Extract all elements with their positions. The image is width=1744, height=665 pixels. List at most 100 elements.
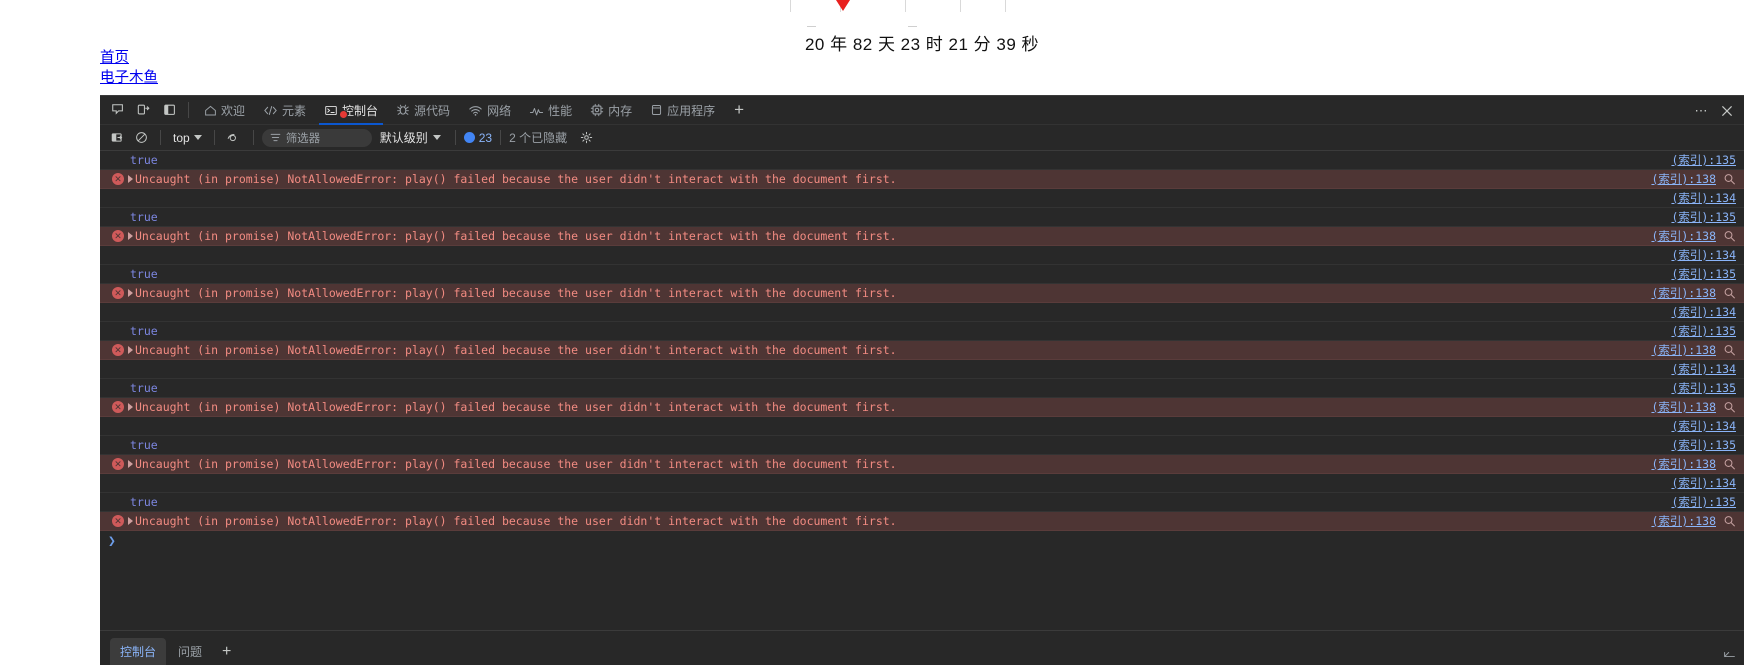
expand-triangle-icon[interactable]: [128, 289, 133, 297]
add-panel-button[interactable]: +: [724, 100, 754, 120]
drawer-resize-icon[interactable]: [1723, 646, 1736, 659]
filter-divider: [454, 130, 456, 145]
expand-triangle-icon[interactable]: [128, 175, 133, 183]
console-source-link[interactable]: (索引):134: [1671, 475, 1736, 491]
search-magnifier-icon[interactable]: [1723, 230, 1736, 243]
drawer-add-tab-button[interactable]: +: [214, 643, 239, 661]
gear-icon[interactable]: [575, 128, 597, 148]
tick-mark: [1005, 0, 1006, 12]
console-link-row[interactable]: (索引):134: [100, 417, 1744, 436]
console-link-row[interactable]: (索引):134: [100, 474, 1744, 493]
devtools-tabbar: 欢迎 元素 控制台 源代码 网络 性能 内存 应用程序 + ⋯: [100, 96, 1744, 125]
console-source-link[interactable]: (索引):134: [1671, 190, 1736, 206]
console-source-link[interactable]: (索引):138: [1651, 228, 1716, 244]
console-source-link[interactable]: (索引):138: [1651, 342, 1716, 358]
screen-root: 20 年 82 天 23 时 21 分 39 秒 首页 电子木鱼 欢迎 元素 控…: [0, 0, 1744, 665]
clear-console-icon[interactable]: [106, 128, 128, 148]
tab-elements[interactable]: 元素: [254, 96, 315, 125]
console-source-link[interactable]: (索引):135: [1671, 437, 1736, 453]
console-error-row[interactable]: ✕ Uncaught (in promise) NotAllowedError: …: [100, 398, 1744, 417]
drawer-tab-console[interactable]: 控制台: [110, 638, 167, 665]
console-source-link[interactable]: (索引):135: [1671, 323, 1736, 339]
console-value-row[interactable]: true (索引):135: [100, 379, 1744, 398]
console-source-link[interactable]: (索引):135: [1671, 152, 1736, 168]
nav-link-home[interactable]: 首页: [100, 48, 158, 68]
no-entry-icon[interactable]: [130, 128, 152, 148]
search-magnifier-icon[interactable]: [1723, 173, 1736, 186]
console-value-text: true: [130, 438, 158, 452]
console-link-row[interactable]: (索引):134: [100, 246, 1744, 265]
search-magnifier-icon[interactable]: [1723, 344, 1736, 357]
console-icon: [324, 104, 338, 117]
tab-console[interactable]: 控制台: [315, 96, 387, 125]
console-source-link[interactable]: (索引):138: [1651, 399, 1716, 415]
console-value-row[interactable]: true (索引):135: [100, 208, 1744, 227]
tab-welcome[interactable]: 欢迎: [195, 96, 254, 125]
expand-triangle-icon[interactable]: [128, 232, 133, 240]
console-error-row[interactable]: ✕ Uncaught (in promise) NotAllowedError: …: [100, 455, 1744, 474]
console-link-row[interactable]: (索引):134: [100, 360, 1744, 379]
log-levels-select[interactable]: 默认级别: [374, 129, 447, 146]
console-source-link[interactable]: (索引):135: [1671, 209, 1736, 225]
console-message-list[interactable]: true (索引):135 ✕ Uncaught (in promise) NotAl…: [100, 151, 1744, 631]
console-source-link[interactable]: (索引):134: [1671, 247, 1736, 263]
console-error-row[interactable]: ✕ Uncaught (in promise) NotAllowedError: …: [100, 512, 1744, 531]
console-error-text: Uncaught (in promise) NotAllowedError: p…: [135, 172, 897, 186]
drawer-tab-issues[interactable]: 问题: [168, 638, 212, 665]
tab-performance[interactable]: 性能: [520, 96, 581, 125]
tab-application[interactable]: 应用程序: [641, 96, 724, 125]
search-magnifier-icon[interactable]: [1723, 401, 1736, 414]
console-error-row[interactable]: ✕ Uncaught (in promise) NotAllowedError: …: [100, 170, 1744, 189]
console-error-row[interactable]: ✕ Uncaught (in promise) NotAllowedError: …: [100, 341, 1744, 360]
search-magnifier-icon[interactable]: [1723, 287, 1736, 300]
dash-mark: [908, 26, 917, 27]
console-prompt-row[interactable]: ❯: [100, 531, 1744, 551]
code-brackets-icon: [263, 104, 278, 117]
expand-triangle-icon[interactable]: [128, 460, 133, 468]
tab-memory[interactable]: 内存: [581, 96, 641, 125]
hidden-messages-label[interactable]: 2 个已隐藏: [509, 129, 567, 146]
console-source-link[interactable]: (索引):135: [1671, 266, 1736, 282]
console-link-row[interactable]: (索引):134: [100, 303, 1744, 322]
console-value-row[interactable]: true (索引):135: [100, 322, 1744, 341]
filter-divider: [160, 130, 161, 145]
console-source-link[interactable]: (索引):134: [1671, 304, 1736, 320]
more-options-icon[interactable]: ⋯: [1690, 100, 1712, 122]
console-source-link[interactable]: (索引):138: [1651, 456, 1716, 472]
console-error-row[interactable]: ✕ Uncaught (in promise) NotAllowedError: …: [100, 227, 1744, 246]
execution-context-select[interactable]: top: [169, 131, 206, 145]
close-devtools-icon[interactable]: [1716, 100, 1738, 122]
console-value-row[interactable]: true (索引):135: [100, 265, 1744, 284]
search-magnifier-icon[interactable]: [1723, 458, 1736, 471]
console-value-row[interactable]: true (索引):135: [100, 436, 1744, 455]
console-source-link[interactable]: (索引):135: [1671, 380, 1736, 396]
tab-sources[interactable]: 源代码: [387, 96, 459, 125]
expand-triangle-icon[interactable]: [128, 517, 133, 525]
home-icon: [204, 104, 217, 117]
expand-triangle-icon[interactable]: [128, 346, 133, 354]
expand-triangle-icon[interactable]: [128, 403, 133, 411]
console-source-link[interactable]: (索引):138: [1651, 285, 1716, 301]
heart-icon: [836, 0, 850, 11]
console-link-row[interactable]: (索引):134: [100, 189, 1744, 208]
device-toolbar-icon[interactable]: [132, 99, 156, 121]
dock-side-icon[interactable]: [158, 99, 182, 121]
devtools-panel: 欢迎 元素 控制台 源代码 网络 性能 内存 应用程序 + ⋯ top 筛选器 …: [100, 95, 1744, 665]
console-value-row[interactable]: true (索引):135: [100, 493, 1744, 512]
console-source-link[interactable]: (索引):134: [1671, 418, 1736, 434]
search-input[interactable]: 筛选器: [261, 128, 372, 147]
console-source-link[interactable]: (索引):134: [1671, 361, 1736, 377]
console-error-row[interactable]: ✕ Uncaught (in promise) NotAllowedError: …: [100, 284, 1744, 303]
console-source-link[interactable]: (索引):135: [1671, 494, 1736, 510]
tab-network[interactable]: 网络: [459, 96, 520, 125]
issues-count-badge[interactable]: 23: [463, 131, 492, 145]
tab-memory-label: 内存: [608, 103, 633, 118]
console-source-link[interactable]: (索引):138: [1651, 171, 1716, 187]
search-magnifier-icon[interactable]: [1723, 515, 1736, 528]
inspect-element-icon[interactable]: [106, 99, 130, 121]
console-value-row[interactable]: true (索引):135: [100, 151, 1744, 170]
filter-icon: [270, 133, 281, 142]
console-source-link[interactable]: (索引):138: [1651, 513, 1716, 529]
live-expression-icon[interactable]: [223, 128, 245, 148]
nav-link-muyu[interactable]: 电子木鱼: [100, 68, 158, 88]
